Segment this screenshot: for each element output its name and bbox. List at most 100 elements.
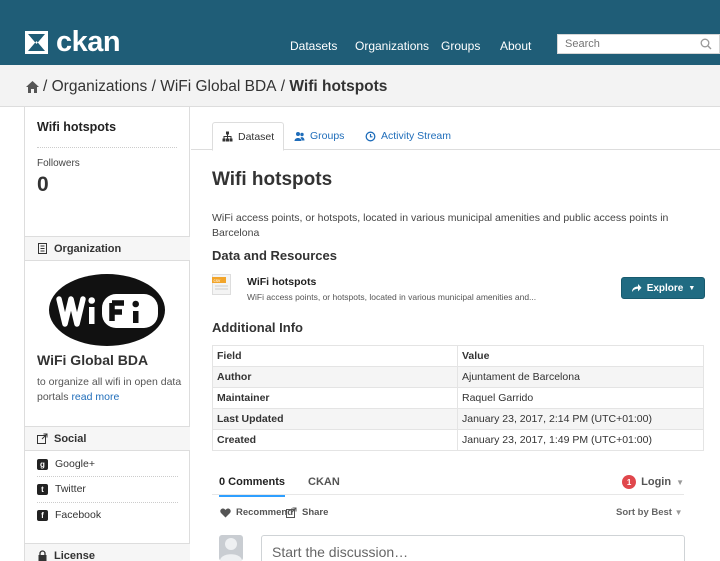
- share-icon: [286, 507, 297, 518]
- license-heading: License: [25, 543, 190, 561]
- resource-name-link[interactable]: WiFi hotspots: [247, 276, 316, 288]
- search-input[interactable]: [558, 35, 688, 53]
- clock-icon: [365, 131, 376, 141]
- building-icon: [38, 243, 47, 254]
- table-cell-value: Ajuntament de Barcelona: [457, 366, 704, 388]
- followers-label: Followers: [37, 158, 80, 169]
- table-cell-value: January 23, 2017, 1:49 PM (UTC+01:00): [457, 429, 704, 451]
- social-facebook[interactable]: f Facebook: [37, 509, 101, 521]
- table-row: Maintainer Raquel Garrido: [212, 387, 704, 409]
- tab-dataset[interactable]: Dataset: [212, 122, 285, 151]
- breadcrumb-sep: /: [43, 78, 48, 95]
- explore-label: Explore: [646, 282, 684, 294]
- tab-activity-stream[interactable]: Activity Stream: [356, 122, 460, 150]
- wifi-logo-image[interactable]: [49, 272, 166, 347]
- notification-badge: 1: [622, 475, 637, 489]
- top-navbar: ckan Datasets Organizations Groups About: [0, 0, 720, 65]
- org-name: WiFi Global BDA: [37, 352, 149, 368]
- breadcrumb: / Organizations / WiFi Global BDA / Wifi…: [25, 78, 387, 96]
- tab-comments[interactable]: 0 Comments: [219, 476, 286, 497]
- table-header: Value: [457, 345, 704, 367]
- read-more-link[interactable]: read more: [71, 391, 119, 403]
- tab-label: Groups: [310, 130, 345, 142]
- main-content: Dataset Groups Activity Stream Wifi hots…: [191, 107, 720, 561]
- chevron-down-icon: ▼: [688, 284, 696, 292]
- sitemap-icon: [222, 131, 233, 142]
- dataset-title: Wifi hotspots: [212, 169, 333, 190]
- social-label: Facebook: [55, 509, 102, 521]
- social-heading-label: Social: [54, 432, 87, 445]
- breadcrumb-sep: /: [280, 78, 286, 95]
- comment-input[interactable]: Start the discussion…: [261, 535, 685, 561]
- chevron-down-icon: ▼: [676, 477, 684, 487]
- sort-by-dropdown[interactable]: Sort by Best ▼: [616, 507, 683, 518]
- social-twitter[interactable]: t Twitter: [37, 483, 86, 495]
- table-cell-field: Last Updated: [212, 408, 458, 430]
- dataset-description: WiFi access points, or hotspots, located…: [212, 212, 669, 239]
- users-icon: [294, 131, 305, 141]
- breadcrumb-bar: / Organizations / WiFi Global BDA / Wifi…: [0, 65, 720, 107]
- search-icon[interactable]: [699, 37, 713, 51]
- ckan-logo[interactable]: ckan: [24, 26, 121, 58]
- nav-organizations[interactable]: Organizations: [355, 39, 429, 53]
- tab-groups[interactable]: Groups: [285, 122, 353, 150]
- tab-label: Activity Stream: [381, 130, 452, 142]
- share-arrow-icon: [631, 283, 642, 292]
- table-row: Created January 23, 2017, 1:49 PM (UTC+0…: [212, 429, 704, 451]
- social-label: Google+: [55, 458, 95, 470]
- csv-file-icon[interactable]: csv: [212, 274, 231, 295]
- nav-groups[interactable]: Groups: [441, 39, 480, 53]
- table-header: Field: [212, 345, 458, 367]
- data-resources-heading: Data and Resources: [212, 248, 337, 263]
- logo-text: ckan: [56, 26, 121, 58]
- share-icon: [37, 433, 48, 444]
- search-box: [557, 34, 720, 54]
- table-row: Author Ajuntament de Barcelona: [212, 366, 704, 388]
- tab-label: Dataset: [238, 130, 275, 143]
- table-row: Last Updated January 23, 2017, 2:14 PM (…: [212, 408, 704, 430]
- table-cell-value: Raquel Garrido: [457, 387, 704, 409]
- table-cell-field: Author: [212, 366, 458, 388]
- twitter-icon: t: [37, 483, 48, 495]
- explore-button[interactable]: Explore ▼: [621, 277, 705, 299]
- recommend-label: Recommend: [236, 507, 294, 518]
- organization-heading-label: Organization: [54, 242, 122, 255]
- additional-info-heading: Additional Info: [212, 320, 303, 335]
- table-cell-field: Created: [212, 429, 458, 451]
- table-cell-field: Maintainer: [212, 387, 458, 409]
- sidebar: Wifi hotspots Followers 0 Organization W…: [25, 107, 190, 561]
- heart-icon: [220, 508, 231, 517]
- avatar: [219, 535, 243, 561]
- resource-description: WiFi access points, or hotspots, located…: [247, 292, 537, 302]
- chevron-down-icon: ▼: [674, 508, 683, 517]
- share-label: Share: [302, 507, 329, 518]
- share-button[interactable]: Share: [286, 507, 328, 518]
- nav-about[interactable]: About: [500, 39, 531, 53]
- tab-ckan[interactable]: CKAN: [308, 476, 340, 488]
- organization-heading: Organization: [25, 236, 190, 261]
- social-label: Twitter: [55, 483, 86, 495]
- facebook-icon: f: [37, 509, 48, 521]
- breadcrumb-organizations[interactable]: Organizations: [52, 78, 148, 96]
- org-description: to organize all wifi in open data portal…: [37, 375, 187, 405]
- user-icon: [220, 538, 242, 561]
- table-cell-value: January 23, 2017, 2:14 PM (UTC+01:00): [457, 408, 704, 430]
- sidebar-title: Wifi hotspots: [37, 120, 117, 134]
- breadcrumb-sep: /: [151, 78, 156, 95]
- followers-count: 0: [37, 173, 49, 196]
- breadcrumb-current[interactable]: Wifi hotspots: [289, 78, 387, 96]
- home-icon[interactable]: [25, 80, 40, 94]
- social-google-plus[interactable]: g Google+: [37, 458, 95, 470]
- comments-tabs: 0 Comments CKAN 1 Login ▼: [212, 467, 684, 497]
- content-tabs: Dataset Groups Activity Stream: [191, 107, 720, 151]
- social-heading: Social: [25, 426, 190, 451]
- login-button[interactable]: 1 Login ▼: [622, 475, 684, 489]
- divider: [37, 502, 178, 503]
- ckan-logo-icon: [25, 30, 48, 54]
- nav-datasets[interactable]: Datasets: [290, 39, 337, 53]
- additional-info-table: Field Value Author Ajuntament de Barcelo…: [212, 345, 704, 451]
- recommend-button[interactable]: Recommend: [220, 507, 293, 518]
- divider: [37, 147, 177, 148]
- breadcrumb-org-name[interactable]: WiFi Global BDA: [160, 78, 276, 96]
- google-plus-icon: g: [37, 458, 48, 470]
